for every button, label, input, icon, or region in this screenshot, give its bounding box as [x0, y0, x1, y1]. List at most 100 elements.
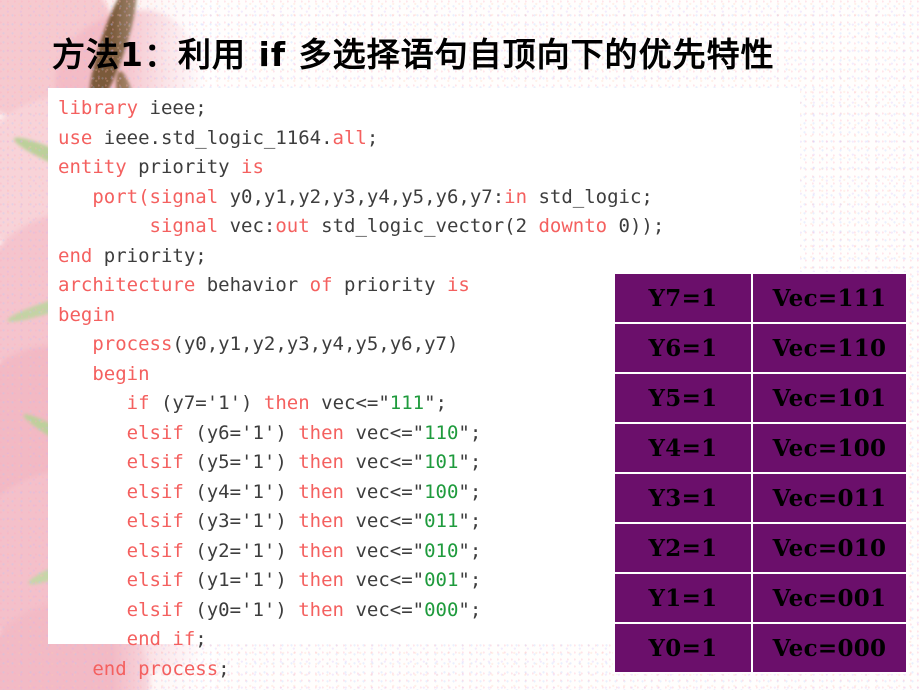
truth-table-output-cell: Vec=111 — [753, 274, 906, 322]
code-token: "; — [458, 510, 482, 532]
truth-table-input-cell: Y5=1 — [615, 374, 751, 422]
code-token: library — [58, 97, 139, 119]
code-token: vec<=" — [344, 539, 425, 562]
code-token: "; — [458, 451, 482, 473]
code-token: (y7='1') — [149, 392, 264, 414]
code-token: vec<=" — [344, 510, 425, 532]
code-token: ieee; — [138, 97, 207, 119]
code-token: "; — [458, 569, 482, 591]
code-line: elsif (y6='1') then vec<="110"; — [58, 419, 664, 449]
code-line: if (y7='1') then vec<="111"; — [58, 389, 664, 419]
code-token: vec<=" — [344, 569, 425, 591]
code-token: end — [58, 244, 93, 267]
code-token: (y2='1') — [183, 539, 299, 562]
code-line: elsif (y2='1') then vec<="010"; — [58, 537, 664, 567]
code-token: priority; — [92, 244, 207, 267]
code-token: all — [332, 126, 367, 149]
code-token: signal — [149, 185, 219, 208]
code-token: then — [263, 392, 310, 414]
code-token: (y1='1') — [183, 569, 299, 591]
truth-table-input-cell: Y6=1 — [615, 324, 751, 372]
code-line: port(signal y0,y1,y2,y3,y4,y5,y6,y7:in s… — [58, 183, 664, 213]
code-token: std_logic; — [527, 185, 653, 208]
code-token: 010 — [424, 539, 459, 562]
code-token: "; — [458, 598, 482, 621]
code-token: downto — [538, 215, 608, 237]
code-token: "; — [424, 392, 447, 414]
code-line: process(y0,y1,y2,y3,y4,y5,y6,y7) — [58, 330, 664, 360]
code-token: if — [126, 392, 150, 414]
code-line: elsif (y1='1') then vec<="001"; — [58, 566, 664, 596]
truth-table-input-cell: Y2=1 — [615, 524, 751, 572]
code-line: elsif (y3='1') then vec<="011"; — [58, 507, 664, 537]
truth-table-input-cell: Y3=1 — [615, 474, 751, 522]
code-token: (y4='1') — [183, 480, 299, 503]
code-token: elsif — [126, 569, 184, 591]
vhdl-code-block: library ieee; use ieee.std_logic_1164.all… — [58, 94, 664, 690]
code-token: then — [298, 451, 344, 473]
code-line: elsif (y0='1') then vec<="000"; — [58, 596, 664, 626]
code-token: architecture — [58, 274, 196, 296]
code-token: priority — [332, 274, 447, 296]
code-token: elsif — [126, 510, 184, 532]
table-row: Y1=1 Vec=001 — [615, 574, 906, 622]
code-token: elsif — [126, 451, 184, 473]
slide-root: 方法1：利用 if 多选择语句自顶向下的优先特性 library ieee; us… — [0, 0, 920, 690]
code-line: architecture behavior of priority is — [58, 271, 664, 301]
code-token: begin — [92, 362, 150, 385]
code-token: then — [298, 480, 344, 503]
code-token: then — [298, 598, 344, 621]
code-token: 101 — [424, 451, 459, 473]
table-row: Y6=1 Vec=110 — [615, 324, 906, 372]
code-token: process — [92, 333, 173, 355]
code-token: port( — [92, 185, 150, 208]
truth-table-input-cell: Y0=1 — [615, 624, 751, 672]
code-token: of — [309, 274, 333, 296]
table-row: Y7=1 Vec=111 — [615, 274, 906, 322]
code-token: signal — [149, 215, 219, 237]
code-token: 000 — [424, 598, 459, 621]
code-line: end priority; — [58, 242, 664, 272]
truth-table-output-cell: Vec=100 — [753, 424, 906, 472]
code-token: std_logic_vector(2 — [309, 215, 539, 237]
code-token: 111 — [389, 392, 425, 414]
code-token: "; — [458, 539, 482, 562]
truth-table-output-cell: Vec=000 — [753, 624, 906, 672]
code-token: elsif — [126, 480, 184, 503]
code-token: out — [275, 215, 310, 237]
code-token: (y3='1') — [183, 510, 299, 532]
code-token: vec<=" — [344, 421, 425, 444]
code-line: end process; — [58, 655, 664, 685]
table-row: Y4=1 Vec=100 — [615, 424, 906, 472]
code-token: behavior — [195, 274, 310, 296]
code-token: elsif — [126, 421, 184, 444]
code-token: ; — [366, 126, 379, 149]
code-token: vec: — [218, 215, 276, 237]
code-line: elsif (y4='1') then vec<="100"; — [58, 478, 664, 508]
code-token: 0)); — [607, 215, 665, 237]
code-line: begin — [58, 360, 664, 390]
truth-table-input-cell: Y4=1 — [615, 424, 751, 472]
truth-table-output-cell: Vec=001 — [753, 574, 906, 622]
code-token: (y0,y1,y2,y3,y4,y5,y6,y7) — [172, 333, 459, 355]
truth-table-input-cell: Y1=1 — [615, 574, 751, 622]
table-row: Y5=1 Vec=101 — [615, 374, 906, 422]
truth-table-output-cell: Vec=011 — [753, 474, 906, 522]
code-token: "; — [458, 421, 482, 444]
code-token: begin — [58, 303, 116, 326]
code-token: entity — [58, 156, 127, 178]
code-token: y0,y1,y2,y3,y4,y5,y6,y7: — [218, 185, 505, 208]
code-token: elsif — [126, 539, 184, 562]
table-row: Y2=1 Vec=010 — [615, 524, 906, 572]
